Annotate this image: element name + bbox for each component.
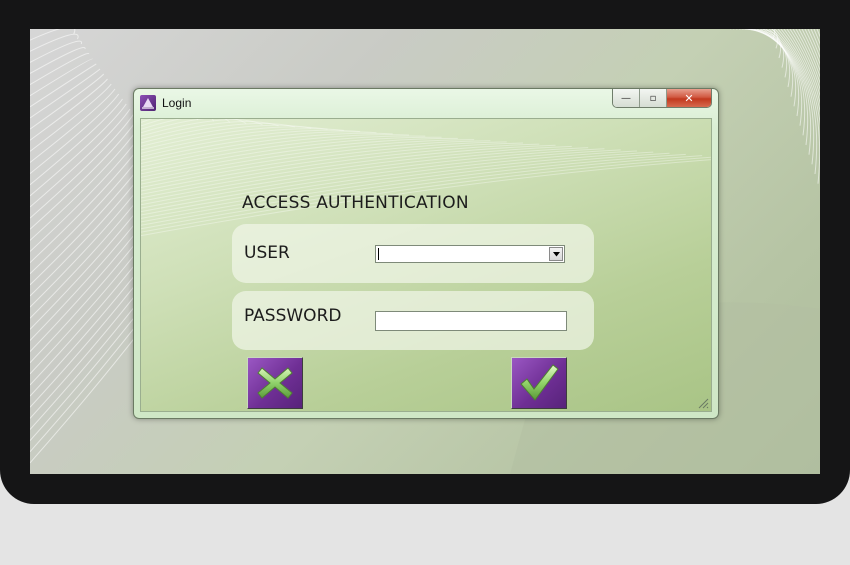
window-title: Login [162,96,192,110]
login-form-area: ACCESS AUTHENTICATION USER PASSWORD [140,118,712,412]
password-label: PASSWORD [244,306,342,326]
user-label: USER [244,243,290,263]
checkmark-icon [520,364,559,401]
minimize-button[interactable]: — [613,89,640,107]
x-cross-icon [257,367,293,399]
close-button[interactable]: ✕ [667,89,711,107]
minimize-icon: — [621,92,631,104]
triangle-down-icon [552,251,560,256]
login-window[interactable]: Login — ▫ ✕ ACCESS AUTHENTICATION USER P… [133,88,719,419]
user-combobox[interactable] [375,245,565,263]
dropdown-button[interactable] [549,247,563,261]
text-cursor [378,248,379,260]
cancel-button[interactable] [247,357,303,409]
desktop-screen: Login — ▫ ✕ ACCESS AUTHENTICATION USER P… [30,29,820,474]
password-panel: PASSWORD [232,291,594,350]
app-logo-icon [140,95,156,111]
confirm-button[interactable] [511,357,567,409]
caption-buttons: — ▫ ✕ [612,89,712,108]
form-heading: ACCESS AUTHENTICATION [242,193,469,213]
maximize-icon: ▫ [649,92,657,104]
window-titlebar[interactable]: Login — ▫ ✕ [134,89,718,117]
user-panel: USER [232,224,594,283]
close-icon: ✕ [684,91,694,105]
password-input[interactable] [375,311,567,331]
maximize-button[interactable]: ▫ [640,89,667,107]
resize-grip-icon[interactable] [697,397,709,409]
